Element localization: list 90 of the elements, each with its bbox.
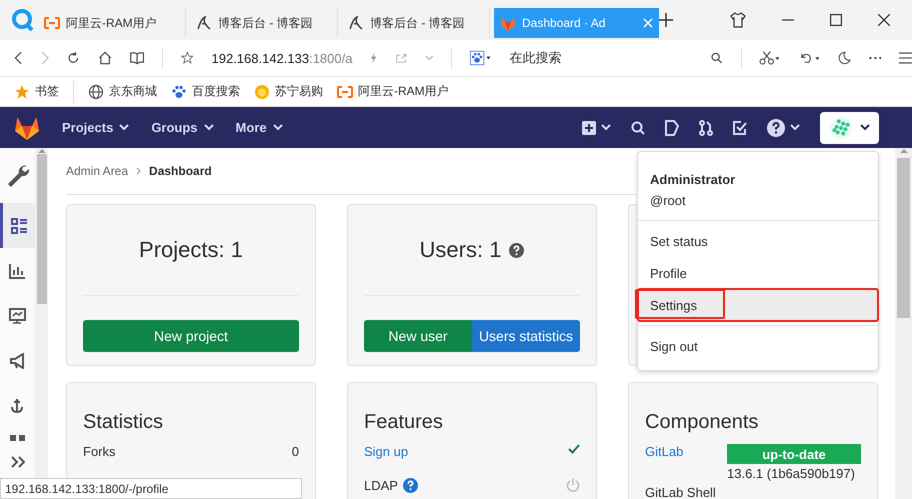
- chevron-icon: [119, 124, 130, 131]
- issue-page-icon[interactable]: [665, 120, 679, 136]
- bookmark-link[interactable]: 书签: [35, 83, 59, 100]
- version-text: 13.6.1 (1b6a590b197): [727, 466, 856, 481]
- user-handle: @root: [650, 193, 687, 208]
- star-icon: [14, 84, 30, 100]
- action-button[interactable]: Users statistics: [472, 320, 580, 352]
- component-name: GitLab Shell: [645, 485, 716, 499]
- moon-icon[interactable]: [838, 49, 851, 67]
- browser-tab[interactable]: 博客后台 - 博客园: [342, 8, 490, 38]
- card-title: Components: [645, 411, 760, 434]
- lightning-icon[interactable]: [370, 50, 378, 66]
- card-title: Projects: 1: [139, 237, 243, 263]
- component-link[interactable]: GitLab: [645, 444, 684, 481]
- book-icon[interactable]: [130, 49, 144, 67]
- star-icon[interactable]: [180, 49, 194, 67]
- nav-menu[interactable]: Groups: [151, 120, 214, 135]
- bookmark-link[interactable]: 苏宁易购: [275, 83, 323, 100]
- stat-label: Forks: [83, 444, 116, 459]
- chevron-icon[interactable]: [790, 124, 800, 131]
- chevron-icon: [272, 124, 283, 131]
- shirt-icon[interactable]: [730, 12, 746, 28]
- globe-icon: [88, 84, 104, 100]
- home-icon[interactable]: [98, 49, 112, 67]
- fox-logo-icon[interactable]: [14, 116, 40, 140]
- fox-logo-icon: [500, 16, 516, 30]
- help-icon[interactable]: [402, 478, 418, 493]
- help-icon[interactable]: [767, 118, 785, 136]
- bracket-logo-icon: [44, 17, 60, 29]
- action-button[interactable]: New user: [364, 320, 472, 352]
- breadcrumb-link[interactable]: Dashboard: [149, 164, 212, 178]
- browser-tab[interactable]: 阿里云-RAM用户: [38, 8, 186, 38]
- scrollbar-thumb[interactable]: [36, 154, 46, 304]
- breadcrumb-link[interactable]: Admin Area: [66, 164, 128, 178]
- menu-item[interactable]: Sign out: [638, 330, 878, 362]
- help-icon[interactable]: [509, 242, 524, 258]
- menu-item[interactable]: Profile: [638, 257, 878, 289]
- scrollbar-thumb[interactable]: [897, 158, 910, 318]
- chart-icon: [9, 262, 26, 278]
- card-title: Statistics: [83, 411, 164, 434]
- feature-link[interactable]: Sign up: [364, 444, 408, 459]
- grid-icon: [9, 434, 26, 442]
- chevron-icon[interactable]: [601, 124, 611, 131]
- menu-item[interactable]: Set status: [638, 225, 878, 257]
- browser-tab[interactable]: 博客后台 - 博客园: [190, 8, 338, 38]
- bookmark-link[interactable]: 阿里云-RAM用户: [358, 83, 449, 100]
- status-badge: up-to-date: [727, 444, 861, 464]
- caret-icon[interactable]: [424, 54, 434, 62]
- user-name: Administrator: [650, 172, 736, 187]
- new-tab-icon[interactable]: [659, 13, 673, 27]
- back-icon[interactable]: [14, 49, 22, 67]
- todo-check-icon[interactable]: [733, 120, 747, 134]
- collapse-icon[interactable]: [10, 456, 24, 468]
- status-url: 192.168.142.133:1800/-/profile: [5, 482, 168, 496]
- chevron-icon: [204, 124, 214, 131]
- menu-item[interactable]: Settings: [638, 289, 878, 321]
- search-field[interactable]: 在此搜索: [509, 49, 694, 67]
- paw-icon[interactable]: [470, 48, 492, 68]
- sidebar-item[interactable]: [0, 203, 35, 248]
- plus-square-icon[interactable]: [582, 120, 596, 134]
- address-field[interactable]: 192.168.142.133:1800/a: [211, 50, 352, 66]
- overview-icon: [10, 218, 28, 234]
- menu-icon[interactable]: [899, 50, 912, 66]
- swirl-logo-icon: [196, 15, 212, 31]
- stat-value: 0: [292, 444, 299, 459]
- bracket-logo-icon: [337, 86, 353, 98]
- close-icon[interactable]: [878, 14, 890, 26]
- nav-menu[interactable]: Projects: [62, 120, 130, 135]
- feature-label: LDAP: [364, 478, 398, 493]
- swirl-logo-icon: [348, 15, 364, 31]
- action-button[interactable]: New project: [83, 320, 299, 352]
- chevron-icon: [860, 124, 870, 131]
- chevron-icon: [136, 167, 142, 175]
- browser-logo-icon[interactable]: [12, 9, 34, 31]
- merge-request-icon[interactable]: [699, 120, 713, 136]
- search-icon[interactable]: [631, 120, 645, 134]
- card-title: Features: [364, 411, 444, 434]
- nav-menu[interactable]: More: [236, 120, 283, 135]
- bookmark-link[interactable]: 百度搜索: [192, 83, 240, 100]
- avatar-menu-button[interactable]: [820, 112, 879, 144]
- anchor-icon: [9, 398, 26, 414]
- more-icon[interactable]: [868, 56, 882, 60]
- card-title: Users: 1: [420, 237, 502, 263]
- megaphone-icon: [9, 352, 26, 368]
- monitor-icon: [9, 308, 26, 324]
- search-icon[interactable]: [711, 50, 723, 66]
- avatar-icon: [830, 116, 852, 138]
- paw-icon: [171, 84, 187, 100]
- maximize-icon[interactable]: [830, 14, 842, 26]
- bookmark-link[interactable]: 京东商城: [109, 83, 157, 100]
